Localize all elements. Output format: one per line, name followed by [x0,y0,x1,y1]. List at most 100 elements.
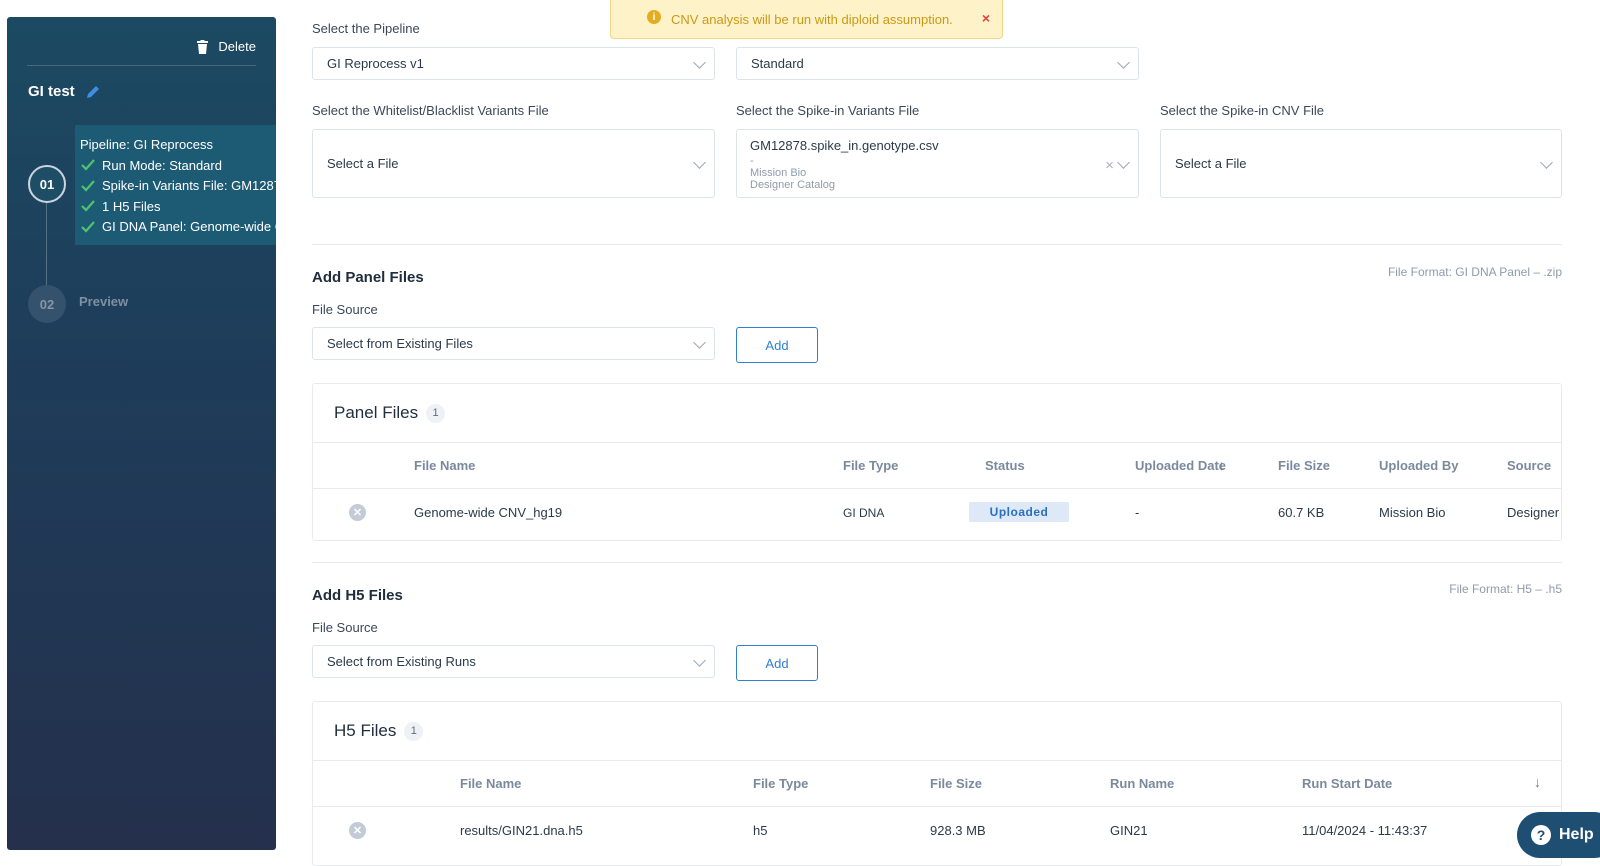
section-divider [312,562,1562,563]
panel-source-value: Select from Existing Files [327,336,473,351]
cell-uploaded-by: Mission Bio [1379,505,1446,520]
chevron-down-icon [693,653,706,667]
panel-files-header: Panel Files 1 [313,384,1561,443]
whitelist-select-value: Select a File [327,156,399,171]
add-h5-files-title: Add H5 Files [312,587,403,604]
panel-file-source-label: File Source [312,302,378,317]
step-item-dna-panel: GI DNA Panel: Genome-wide CNV_hg19 [81,217,276,238]
alert-message: CNV analysis will be run with diploid as… [671,11,953,27]
remove-row-icon[interactable]: ✕ [349,822,366,839]
col-file-name[interactable]: File Name [414,458,475,473]
cnv-file-select[interactable]: Select a File [1160,129,1562,198]
panel-files-title: Panel Files [334,403,419,422]
col-uploaded-by[interactable]: Uploaded By [1379,458,1458,473]
chevron-down-icon [693,335,706,349]
step-pipeline: Pipeline: GI Reprocess [80,137,213,152]
run-mode-select[interactable]: Standard [736,47,1139,80]
col-file-type[interactable]: File Type [843,458,898,473]
panel-file-source-select[interactable]: Select from Existing Files [312,327,715,360]
table-row: ✕ Genome-wide CNV_hg19 GI DNA Uploaded -… [313,489,1561,535]
clear-icon[interactable]: × [1105,157,1114,174]
help-button[interactable]: ? Help [1517,812,1600,858]
spike-in-label: Select the Spike-in Variants File [736,103,920,118]
cnv-alert: i CNV analysis will be run with diploid … [610,0,1003,39]
cell-source: Designer Catalog [1507,505,1561,520]
cell-uploaded-date: - [1135,505,1140,520]
step-connector [46,202,47,287]
check-icon [81,221,95,233]
cell-run-name: GIN21 [1110,823,1148,838]
h5-files-title: H5 Files [334,721,397,740]
cell-run-start-date: 11/04/2024 - 11:43:37 [1302,823,1428,838]
main-content: Select the Pipeline GI Reprocess v1 Stan… [312,0,1562,866]
step-1-summary: Pipeline: GI Reprocess Run Mode: Standar… [80,135,276,237]
sort-arrow-icon[interactable]: ↓ [1534,774,1541,790]
info-icon: i [647,10,661,24]
spike-in-dash: - [750,155,754,167]
col-run-start-date[interactable]: Run Start Date [1302,776,1392,791]
pipeline-select[interactable]: GI Reprocess v1 [312,47,715,80]
col-uploaded-date[interactable]: Uploaded Date [1135,458,1231,473]
cell-file-size: 928.3 MB [930,823,986,838]
delete-label: Delete [218,39,256,54]
chevron-down-icon [1117,55,1130,69]
step-item-label: Spike-in Variants File: GM12878.spike_in… [102,178,276,194]
chevron-down-icon [1540,155,1553,169]
check-icon [81,200,95,212]
h5-file-format: File Format: H5 – .h5 [1449,582,1562,596]
h5-files-header: H5 Files 1 [313,702,1561,761]
step-2-label[interactable]: Preview [79,294,128,309]
h5-file-source-select[interactable]: Select from Existing Runs [312,645,715,678]
step-item-spike-in: Spike-in Variants File: GM12878.spike_in… [81,176,276,197]
sort-arrow-icon[interactable]: ↓ [1218,457,1225,473]
check-icon [81,180,95,192]
col-file-size[interactable]: File Size [1278,458,1330,473]
col-file-name[interactable]: File Name [460,776,521,791]
spike-in-file-select[interactable]: GM12878.spike_in.genotype.csv - Mission … [736,129,1139,198]
spike-in-owner: Mission Bio [750,167,807,179]
step-item-run-mode: Run Mode: Standard [81,155,276,176]
cell-file-size: 60.7 KB [1278,505,1325,520]
check-icon [81,159,95,171]
col-file-size[interactable]: File Size [930,776,982,791]
trash-icon [197,39,209,54]
sidebar-divider [27,65,256,66]
delete-button[interactable]: Delete [196,39,256,54]
step-item-label: GI DNA Panel: Genome-wide CNV_hg19 [102,219,276,235]
h5-source-value: Select from Existing Runs [327,654,476,669]
cell-file-name: results/GIN21.dna.h5 [460,823,583,838]
whitelist-file-select[interactable]: Select a File [312,129,715,198]
h5-file-source-label: File Source [312,620,378,635]
col-run-name[interactable]: Run Name [1110,776,1174,791]
col-file-type[interactable]: File Type [753,776,808,791]
panel-file-format: File Format: GI DNA Panel – .zip [1387,265,1562,279]
step-item-label: 1 H5 Files [102,198,161,214]
edit-pencil-icon[interactable] [85,84,101,100]
panel-table-head: File Name File Type Status Uploaded Date… [313,443,1561,489]
cnv-file-label: Select the Spike-in CNV File [1160,103,1325,118]
run-title-text: GI test [28,83,75,100]
add-panel-button[interactable]: Add [736,327,818,363]
table-row: ✕ results/GIN21.dna.h5 h5 928.3 MB GIN21… [313,807,1561,853]
col-status[interactable]: Status [985,458,1025,473]
sidebar: Delete GI test 01 Pipeline: GI Reprocess… [7,17,276,850]
run-title: GI test [28,83,101,100]
spike-in-catalog: Designer Catalog [750,179,835,191]
step-1-number[interactable]: 01 [28,165,66,203]
h5-files-count: 1 [404,721,424,741]
run-mode-select-value: Standard [751,56,804,71]
cell-file-type: GI DNA [843,506,885,520]
section-divider [312,244,1562,245]
cell-file-type: h5 [753,823,768,838]
col-source[interactable]: Source [1507,458,1551,473]
panel-files-table: Panel Files 1 File Name File Type Status… [312,383,1562,541]
close-icon[interactable]: × [982,10,990,26]
remove-row-icon[interactable]: ✕ [349,504,366,521]
question-icon: ? [1531,825,1551,845]
cell-file-name: Genome-wide CNV_hg19 [414,505,563,520]
step-2-number[interactable]: 02 [28,285,66,323]
step-item-label: Run Mode: Standard [102,157,222,173]
help-label: Help [1559,826,1594,843]
add-h5-button[interactable]: Add [736,645,818,681]
cnv-select-value: Select a File [1175,156,1247,171]
